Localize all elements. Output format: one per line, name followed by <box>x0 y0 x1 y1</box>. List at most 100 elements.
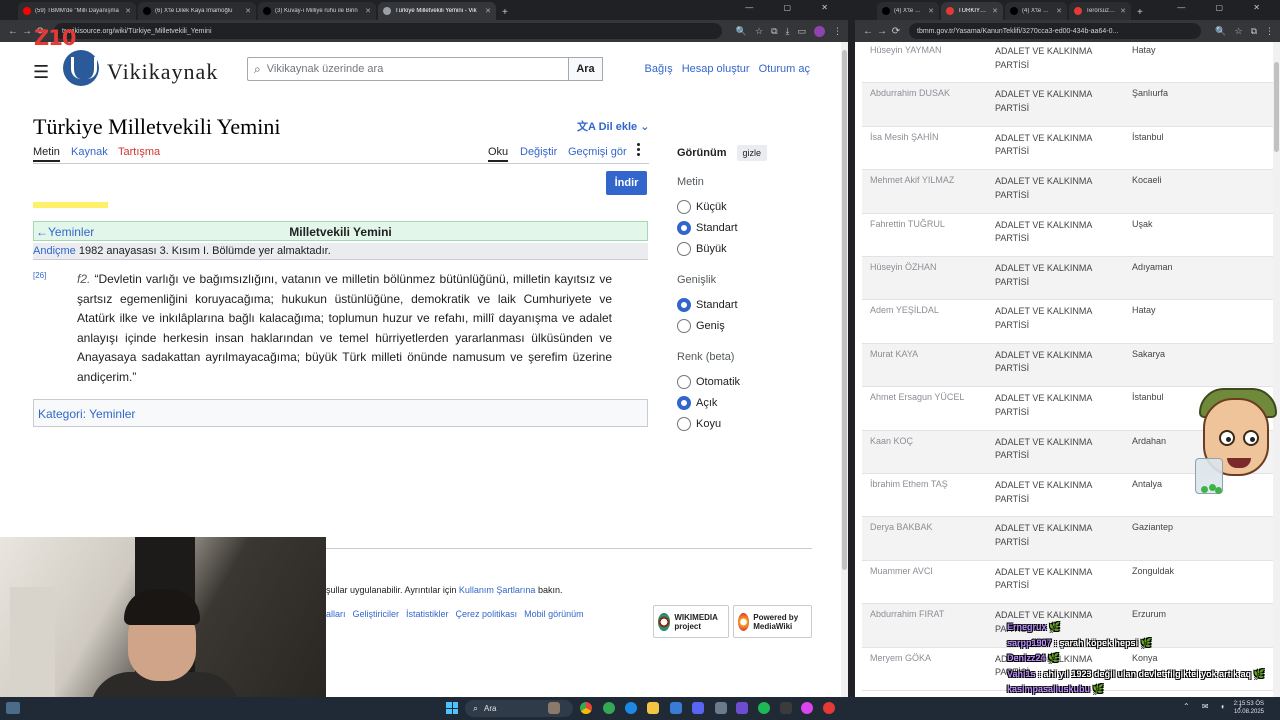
right-zoom-icon[interactable]: 🔍 <box>1215 26 1226 37</box>
search-button[interactable]: Ara <box>568 57 603 81</box>
width-option[interactable]: Geniş <box>677 315 817 336</box>
radio-button[interactable] <box>677 297 691 312</box>
bookmark-star-icon[interactable]: ☆ <box>755 26 763 37</box>
radio-button[interactable] <box>677 220 691 235</box>
search-input[interactable]: ⌕ Vikikaynak üzerinde ara <box>247 57 569 81</box>
notes-link[interactable]: Andiçme <box>33 245 76 257</box>
taskbar-app-icon[interactable] <box>801 702 813 714</box>
taskbar-app-icon[interactable] <box>780 702 792 714</box>
profile-avatar[interactable] <box>814 25 825 37</box>
more-actions-icon[interactable] <box>637 143 641 159</box>
wikimedia-badge[interactable]: WIKIMEDIA project <box>653 605 729 638</box>
zoom-icon[interactable]: 🔍 <box>736 26 747 37</box>
download-button[interactable]: İndir <box>606 171 647 195</box>
radio-button[interactable] <box>677 199 691 214</box>
browser-tab[interactable]: (59) TBMM'de "Milli Dayanışma ✕ <box>18 2 136 20</box>
terms-link[interactable]: Kullanım Şartlarına <box>459 585 536 595</box>
reference-link[interactable]: [26] <box>33 271 46 280</box>
tab-close-icon[interactable]: ✕ <box>245 7 251 15</box>
discord-icon[interactable] <box>692 702 704 714</box>
tab-close-icon[interactable]: ✕ <box>485 7 491 15</box>
tab-close-icon[interactable]: ✕ <box>992 7 998 15</box>
taskbar-app-icon[interactable] <box>603 702 615 714</box>
browser-tab[interactable]: (3) Kuvay-ı Milliye ruhu ile Birin ✕ <box>258 2 376 20</box>
right-forward-icon[interactable]: → <box>875 26 889 37</box>
browser-tab[interactable]: TÜRKİYE BÜY ✕ <box>941 2 1003 20</box>
widgets-icon[interactable] <box>6 702 20 714</box>
tab-source[interactable]: Kaynak <box>71 146 108 158</box>
tab-read[interactable]: Oku <box>488 146 509 162</box>
tab-close-icon[interactable]: ✕ <box>1056 7 1062 15</box>
taskbar-app-icon[interactable] <box>548 702 560 714</box>
browser-tab[interactable]: (6) X'te Dilek Kaya İmamoğlu ✕ <box>138 2 256 20</box>
start-button-icon[interactable] <box>446 702 458 714</box>
width-option[interactable]: Standart <box>677 294 817 315</box>
tab-history[interactable]: Geçmişi gör <box>568 146 627 158</box>
donate-link[interactable]: Bağış <box>645 63 673 75</box>
chrome-icon[interactable] <box>580 702 592 714</box>
right-scrollbar[interactable] <box>1273 42 1280 697</box>
new-tab-icon[interactable]: + <box>1137 7 1143 18</box>
store-icon[interactable] <box>670 702 682 714</box>
download-icon[interactable]: ⤓ <box>786 26 790 37</box>
add-language-button[interactable]: 文A Dil ekle ⌄ <box>577 118 649 134</box>
right-reload-icon[interactable]: ⟳ <box>889 26 903 37</box>
hide-button[interactable]: gizle <box>736 145 768 161</box>
right-extensions-icon[interactable]: ⧉ <box>1251 26 1257 37</box>
tab-close-icon[interactable]: ✕ <box>125 7 131 15</box>
tab-edit[interactable]: Değiştir <box>520 146 557 158</box>
login-link[interactable]: Oturum aç <box>759 63 810 75</box>
forward-icon[interactable]: → <box>20 26 34 37</box>
file-explorer-icon[interactable] <box>647 702 659 714</box>
right-address-bar[interactable]: tbmm.gov.tr/Yasama/KanunTeklifi/3270cca3… <box>909 23 1202 39</box>
wikisource-logo-icon[interactable] <box>63 50 99 86</box>
window-controls[interactable]: — ▢ ✕ <box>745 3 842 12</box>
taskbar-app-icon[interactable] <box>715 702 727 714</box>
sidebar-icon[interactable]: ▭ <box>797 26 806 37</box>
category-label[interactable]: Kategori: <box>38 407 86 421</box>
category-value[interactable]: Yeminler <box>89 407 135 421</box>
edge-icon[interactable] <box>625 702 637 714</box>
right-scroll-thumb[interactable] <box>1274 62 1279 152</box>
main-menu-icon[interactable]: ☰ <box>33 62 49 83</box>
obs-icon[interactable] <box>736 702 748 714</box>
radio-button[interactable] <box>677 395 691 410</box>
left-scroll-thumb[interactable] <box>842 50 847 570</box>
back-icon[interactable]: ← <box>6 26 20 37</box>
footer-link[interactable]: alları <box>326 609 346 619</box>
right-back-icon[interactable]: ← <box>861 26 875 37</box>
right-bookmark-star-icon[interactable]: ☆ <box>1234 26 1242 37</box>
radio-button[interactable] <box>677 241 691 256</box>
footer-link[interactable]: Çerez politikası <box>456 609 518 619</box>
clock[interactable]: 2:15:53 ÖS 10.08.2025 <box>1234 700 1264 716</box>
new-tab-icon[interactable]: + <box>502 7 508 18</box>
create-account-link[interactable]: Hesap oluştur <box>682 63 750 75</box>
tab-text[interactable]: Metin <box>33 146 60 162</box>
browser-tab[interactable]: (4) X'te Darkti✕ <box>877 2 939 20</box>
color-scheme-option[interactable]: Otomatik <box>677 371 817 392</box>
extensions-icon[interactable]: ⧉ <box>771 26 777 37</box>
browser-tab[interactable]: (4) X'te Sokak ✕ <box>1005 2 1067 20</box>
menu-icon[interactable]: ⋮ <box>833 26 842 37</box>
radio-button[interactable] <box>677 374 691 389</box>
spotify-icon[interactable] <box>758 702 770 714</box>
text-size-option[interactable]: Küçük <box>677 196 817 217</box>
right-window-controls[interactable]: — ▢ ✕ <box>1177 3 1274 12</box>
footer-link[interactable]: Mobil görünüm <box>524 609 584 619</box>
color-scheme-option[interactable]: Açık <box>677 392 817 413</box>
radio-button[interactable] <box>677 318 691 333</box>
address-bar[interactable]: tr.wikisource.org/wiki/Türkiye_Milletvek… <box>54 23 722 39</box>
tab-close-icon[interactable]: ✕ <box>365 7 371 15</box>
radio-button[interactable] <box>677 416 691 431</box>
mediawiki-badge[interactable]: Powered by MediaWiki <box>733 605 812 638</box>
color-scheme-option[interactable]: Koyu <box>677 413 817 434</box>
text-size-option[interactable]: Standart <box>677 217 817 238</box>
wikisource-wordmark[interactable]: Vikikaynak <box>107 59 218 85</box>
left-scrollbar[interactable] <box>841 42 848 697</box>
text-size-option[interactable]: Büyük <box>677 238 817 259</box>
browser-tab[interactable]: Türkiye Milletvekili Yemini - Vik ✕ <box>378 2 496 20</box>
tab-close-icon[interactable]: ✕ <box>1120 7 1126 15</box>
footer-link[interactable]: İstatistikler <box>406 609 449 619</box>
footer-link[interactable]: Geliştiriciler <box>353 609 400 619</box>
browser-tab[interactable]: Terörsüz Türki ✕ <box>1069 2 1131 20</box>
